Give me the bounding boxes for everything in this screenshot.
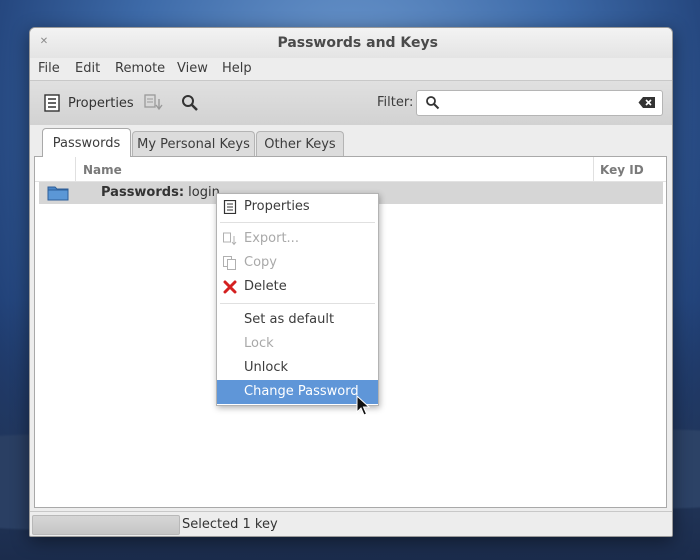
column-header: Name Key ID <box>35 157 666 182</box>
menu-item-set-as-default[interactable]: Set as default <box>217 308 378 332</box>
properties-button[interactable]: Properties <box>44 91 134 115</box>
export-icon <box>144 94 163 111</box>
menu-help[interactable]: Help <box>222 61 252 76</box>
find-button[interactable] <box>181 91 199 115</box>
row-name: Passwords: login <box>101 185 220 200</box>
menu-item-export[interactable]: Export... <box>217 227 378 251</box>
menu-item-delete[interactable]: Delete <box>217 275 378 299</box>
menu-view[interactable]: View <box>177 61 208 76</box>
status-text: Selected 1 key <box>182 517 278 532</box>
column-separator <box>75 157 76 181</box>
tab-label: Other Keys <box>264 136 336 152</box>
statusbar: Selected 1 key <box>30 511 672 536</box>
menu-separator <box>220 222 375 223</box>
mouse-cursor-icon <box>356 395 370 416</box>
menu-item-unlock[interactable]: Unlock <box>217 356 378 380</box>
search-icon <box>182 95 198 111</box>
properties-icon <box>44 94 60 112</box>
toolbar: Properties Filter: <box>30 80 672 126</box>
copy-icon <box>223 256 236 270</box>
tab-other-keys[interactable]: Other Keys <box>256 131 344 156</box>
filter-label: Filter: <box>377 95 414 110</box>
window-title: Passwords and Keys <box>277 35 438 51</box>
export-icon <box>223 232 237 246</box>
menu-remote[interactable]: Remote <box>115 61 165 76</box>
clear-text-icon[interactable] <box>638 96 656 109</box>
column-key-id[interactable]: Key ID <box>600 163 644 177</box>
menu-item-lock[interactable]: Lock <box>217 332 378 356</box>
properties-label: Properties <box>68 95 134 111</box>
menu-file[interactable]: File <box>38 61 60 76</box>
column-name[interactable]: Name <box>83 163 122 177</box>
folder-icon <box>47 186 69 201</box>
tab-passwords[interactable]: Passwords <box>42 128 131 157</box>
column-separator <box>593 157 594 181</box>
menu-item-copy[interactable]: Copy <box>217 251 378 275</box>
tab-label: My Personal Keys <box>137 136 250 152</box>
tab-label: Passwords <box>52 135 121 151</box>
delete-icon <box>223 280 237 294</box>
menu-item-change-password[interactable]: Change Password <box>217 380 378 404</box>
export-button[interactable] <box>144 91 166 115</box>
tab-my-personal-keys[interactable]: My Personal Keys <box>132 131 255 156</box>
properties-icon <box>223 200 237 214</box>
progress-bar <box>32 515 180 535</box>
menu-separator <box>220 303 375 304</box>
menubar: File Edit Remote View Help <box>30 58 672 80</box>
titlebar: ✕ Passwords and Keys <box>30 28 672 58</box>
filter-input[interactable] <box>416 90 663 116</box>
menu-item-properties[interactable]: Properties <box>217 195 378 219</box>
search-icon <box>426 96 440 110</box>
menu-edit[interactable]: Edit <box>75 61 100 76</box>
context-menu: Properties Export... Copy Delete Set as … <box>216 193 379 406</box>
